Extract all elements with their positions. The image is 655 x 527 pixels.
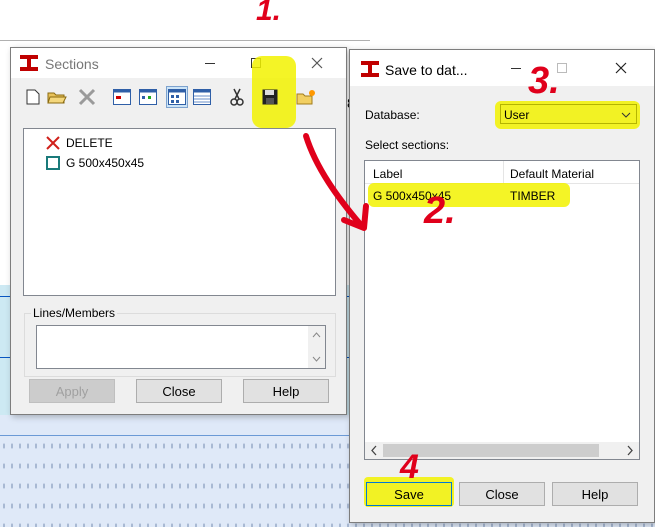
- chevron-down-icon: [621, 112, 631, 118]
- save-disk-icon[interactable]: [260, 87, 280, 107]
- window-icon-1[interactable]: [112, 87, 132, 107]
- list-item-label: G 500x450x45: [66, 156, 145, 170]
- minimize-icon: [511, 68, 521, 69]
- help-button[interactable]: Help: [243, 379, 329, 403]
- column-divider[interactable]: [503, 161, 504, 183]
- close-icon: [615, 62, 627, 74]
- apply-button[interactable]: Apply: [29, 379, 115, 403]
- new-icon[interactable]: [23, 87, 43, 107]
- close-window-button[interactable]: [598, 53, 644, 83]
- row-material: TIMBER: [510, 189, 556, 203]
- table-row[interactable]: G 500x450x45 TIMBER: [365, 186, 639, 204]
- annotation-step-2: 2.: [424, 190, 456, 232]
- scroll-up-icon: [312, 332, 321, 338]
- window-icon-3[interactable]: [166, 86, 188, 108]
- database-select-value: User: [504, 108, 530, 122]
- folder-star-icon[interactable]: [296, 87, 316, 107]
- background-toolbar-divider: [0, 40, 370, 41]
- scroll-down-icon: [312, 356, 321, 362]
- database-select[interactable]: User: [500, 104, 637, 124]
- list-item-section[interactable]: G 500x450x45: [46, 154, 144, 172]
- section-i-beam-icon: [20, 55, 38, 71]
- minimize-button[interactable]: [187, 48, 233, 78]
- column-header-material[interactable]: Default Material: [510, 167, 594, 181]
- help-button[interactable]: Help: [552, 482, 638, 506]
- sections-dialog: Sections DELETE G 500x450x45 Lines/Membe…: [10, 47, 347, 415]
- sections-tree[interactable]: DELETE G 500x450x45: [23, 128, 336, 296]
- save-title: Save to dat...: [385, 62, 468, 78]
- window-icon-2[interactable]: [138, 87, 158, 107]
- table-icon[interactable]: [192, 87, 212, 107]
- scissors-icon[interactable]: [227, 87, 247, 107]
- sections-title: Sections: [45, 56, 99, 72]
- section-i-beam-icon: [361, 61, 379, 77]
- close-button[interactable]: Close: [136, 379, 222, 403]
- scroll-right-icon: [627, 445, 633, 456]
- close-window-button[interactable]: [294, 48, 340, 78]
- save-dialog: Save to dat... Database: User Select sec…: [349, 49, 655, 523]
- sections-table[interactable]: Label Default Material G 500x450x45 TIMB…: [364, 160, 640, 460]
- delete-x-icon[interactable]: [77, 87, 97, 107]
- annotation-step-1: 1.: [256, 0, 282, 27]
- scrollbar[interactable]: [308, 326, 325, 368]
- annotation-step-4: 4: [400, 448, 419, 486]
- annotation-arrow: [303, 133, 369, 231]
- close-button[interactable]: Close: [459, 482, 545, 506]
- list-item-delete[interactable]: DELETE: [46, 134, 113, 152]
- annotation-step-3: 3.: [528, 60, 560, 102]
- lines-members-field[interactable]: [36, 325, 326, 369]
- save-titlebar[interactable]: Save to dat...: [350, 50, 654, 86]
- minimize-icon: [205, 63, 215, 64]
- table-header: Label Default Material: [365, 161, 639, 184]
- delete-x-icon: [46, 136, 60, 150]
- lines-members-label: Lines/Members: [31, 306, 118, 320]
- database-label: Database:: [365, 108, 420, 122]
- close-icon: [311, 57, 323, 69]
- section-box-icon: [46, 156, 60, 170]
- scroll-left-icon: [371, 445, 377, 456]
- list-item-label: DELETE: [66, 136, 113, 150]
- open-folder-icon[interactable]: [47, 87, 67, 107]
